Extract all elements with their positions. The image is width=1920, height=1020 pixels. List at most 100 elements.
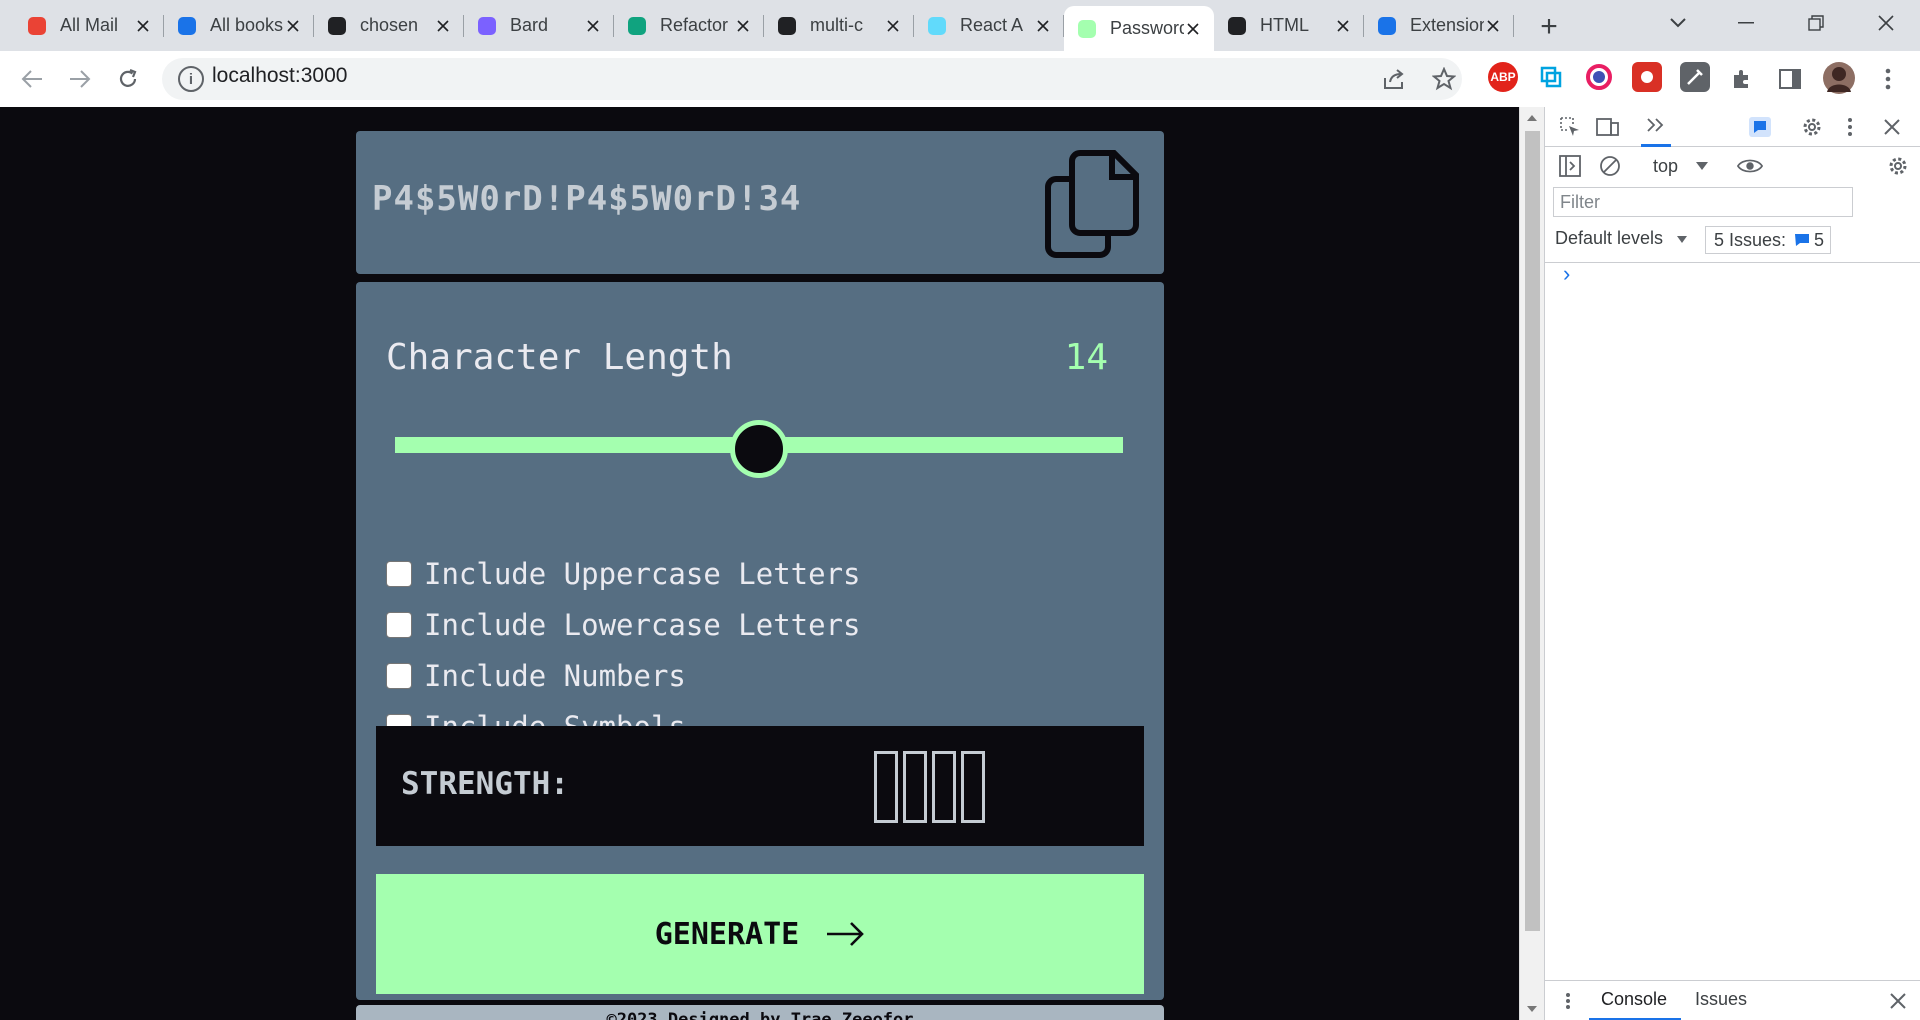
- site-info-icon[interactable]: i: [178, 66, 204, 92]
- extensions-puzzle-icon[interactable]: [1726, 63, 1758, 95]
- profile-avatar[interactable]: [1823, 62, 1855, 94]
- tab-title: chosen: [360, 15, 419, 35]
- option-checkbox[interactable]: [386, 612, 412, 638]
- option-row[interactable]: Include Uppercase Letters: [386, 557, 861, 591]
- option-row[interactable]: Include Lowercase Letters: [386, 608, 861, 642]
- icloud-icon: [176, 15, 198, 37]
- page-scrollbar[interactable]: [1519, 107, 1544, 1020]
- browser-tab[interactable]: React A: [914, 6, 1064, 45]
- tab-console[interactable]: Console: [1601, 989, 1667, 1010]
- close-tab-icon[interactable]: [1184, 20, 1202, 38]
- browser-tab[interactable]: Refactor: [614, 6, 764, 45]
- restore-button[interactable]: [1796, 8, 1836, 38]
- url-text[interactable]: localhost:3000: [212, 64, 347, 88]
- devtools-menu-icon[interactable]: [1837, 114, 1863, 140]
- bookmark-star-icon[interactable]: [1428, 63, 1460, 95]
- tab-title: All books: [210, 15, 284, 35]
- browser-tab[interactable]: multi-c: [764, 6, 914, 45]
- password-text: P4$5W0rD!P4$5W0rD!34: [372, 179, 802, 219]
- color-picker-icon[interactable]: [1584, 62, 1614, 92]
- arrow-right-icon: [827, 922, 865, 946]
- extension-tool-icon[interactable]: [1680, 62, 1710, 92]
- scrollbar-thumb[interactable]: [1525, 131, 1540, 931]
- copy-icon[interactable]: [1044, 149, 1140, 259]
- clear-console-icon[interactable]: [1597, 153, 1623, 179]
- issues-button[interactable]: 5 Issues: 5: [1705, 226, 1831, 254]
- browser-tab[interactable]: Password: [1064, 6, 1214, 51]
- address-bar[interactable]: [162, 58, 1462, 100]
- browser-tab[interactable]: Extensions: [1364, 6, 1514, 45]
- close-tab-icon[interactable]: [1034, 17, 1052, 35]
- messages-icon[interactable]: [1747, 114, 1773, 140]
- inspect-element-icon[interactable]: [1557, 114, 1583, 140]
- browser-tab[interactable]: All books: [164, 6, 314, 45]
- option-label: Include Numbers: [424, 659, 686, 693]
- option-checkbox[interactable]: [386, 561, 412, 587]
- scroll-down-icon[interactable]: [1527, 1006, 1537, 1012]
- settings-gear-icon[interactable]: [1799, 114, 1825, 140]
- close-tab-icon[interactable]: [584, 17, 602, 35]
- option-row[interactable]: Include Numbers: [386, 659, 686, 693]
- scroll-up-icon[interactable]: [1527, 115, 1537, 121]
- tab-issues[interactable]: Issues: [1695, 989, 1747, 1010]
- length-slider-thumb[interactable]: [730, 420, 788, 478]
- back-button[interactable]: [16, 63, 48, 95]
- strength-bar: [874, 751, 898, 823]
- gmail-icon: [26, 15, 48, 37]
- console-prompt-icon[interactable]: ›: [1563, 261, 1570, 287]
- tab-title: Extensions: [1410, 15, 1484, 35]
- extension-red-icon[interactable]: [1632, 62, 1662, 92]
- option-checkbox[interactable]: [386, 663, 412, 689]
- reload-button[interactable]: [112, 63, 144, 95]
- dropdown-arrow-icon[interactable]: [1689, 153, 1715, 179]
- chrome-menu-icon[interactable]: [1872, 63, 1904, 95]
- drawer-menu-icon[interactable]: [1555, 988, 1581, 1014]
- live-expression-eye-icon[interactable]: [1737, 153, 1763, 179]
- default-levels-dropdown[interactable]: Default levels: [1555, 228, 1663, 249]
- share-icon[interactable]: [1378, 63, 1410, 95]
- adblock-icon[interactable]: ABP: [1488, 62, 1518, 92]
- close-tab-icon[interactable]: [434, 17, 452, 35]
- notion-icon: [1226, 15, 1248, 37]
- strength-bar: [932, 751, 956, 823]
- console-settings-gear-icon[interactable]: [1885, 153, 1911, 179]
- side-panel-icon[interactable]: [1774, 63, 1806, 95]
- close-tab-icon[interactable]: [734, 17, 752, 35]
- sidebar-toggle-icon[interactable]: [1557, 153, 1583, 179]
- grid-icon: [326, 15, 348, 37]
- close-drawer-icon[interactable]: [1885, 988, 1911, 1014]
- forward-button[interactable]: [64, 63, 96, 95]
- puzzle-icon: [1376, 15, 1398, 37]
- tab-search-icon[interactable]: [1658, 8, 1698, 38]
- tab-separator: [1513, 15, 1514, 37]
- bard-icon: [476, 15, 498, 37]
- minimize-button[interactable]: [1726, 8, 1766, 38]
- new-tab-button[interactable]: +: [1532, 10, 1566, 44]
- close-tab-icon[interactable]: [884, 17, 902, 35]
- tab-strip: All Mail All books chosen Bard Refactor multi…: [0, 0, 1920, 51]
- tab-title: HTML: [1260, 15, 1309, 35]
- close-tab-icon[interactable]: [134, 17, 152, 35]
- device-toolbar-icon[interactable]: [1595, 114, 1621, 140]
- more-tabs-icon[interactable]: [1643, 112, 1669, 138]
- browser-tab[interactable]: HTML: [1214, 6, 1364, 45]
- close-devtools-icon[interactable]: [1879, 114, 1905, 140]
- context-selector[interactable]: top: [1653, 156, 1678, 177]
- close-tab-icon[interactable]: [284, 17, 302, 35]
- tab-title: Bard: [510, 15, 549, 35]
- browser-tab[interactable]: Bard: [464, 6, 614, 45]
- browser-tab[interactable]: All Mail: [14, 6, 164, 45]
- extension-copy-icon[interactable]: [1536, 62, 1566, 92]
- console-filter-input[interactable]: Filter: [1553, 187, 1853, 217]
- close-window-button[interactable]: [1866, 8, 1906, 38]
- close-tab-icon[interactable]: [1334, 17, 1352, 35]
- generate-button[interactable]: GENERATE: [376, 874, 1144, 994]
- strength-label: STRENGTH:: [401, 766, 569, 802]
- tab-title: React A: [960, 15, 1024, 35]
- generate-label: GENERATE: [654, 916, 800, 952]
- active-tab-indicator: [1641, 144, 1671, 147]
- levels-dropdown-arrow-icon[interactable]: [1669, 226, 1695, 252]
- option-label: Include Uppercase Letters: [424, 557, 861, 591]
- close-tab-icon[interactable]: [1484, 17, 1502, 35]
- browser-tab[interactable]: chosen: [314, 6, 464, 45]
